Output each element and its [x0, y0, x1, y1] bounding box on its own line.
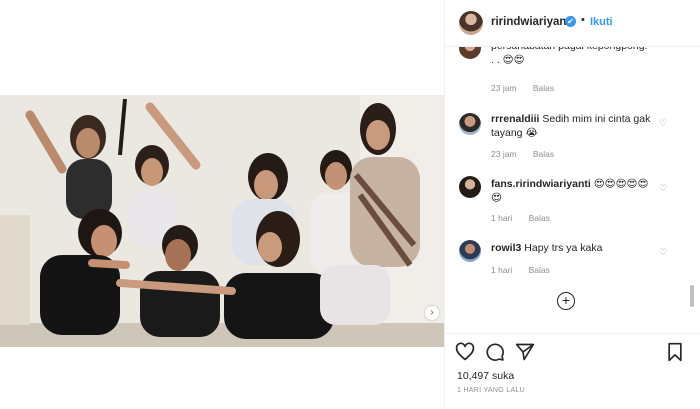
chevron-right-icon: › — [430, 307, 434, 318]
reply-button[interactable]: Balas — [529, 213, 550, 223]
next-image-arrow[interactable]: › — [425, 306, 439, 320]
comment-meta: 23 jam Balas — [491, 83, 568, 93]
reply-button[interactable]: Balas — [533, 149, 554, 159]
group-photo-illustration — [0, 95, 444, 347]
comment-text: rrrenaldiii Sedih mim ini cinta gak taya… — [491, 113, 651, 139]
follow-button[interactable]: Ikuti — [590, 16, 613, 28]
avatar[interactable] — [459, 176, 481, 198]
reply-button[interactable]: Balas — [529, 265, 550, 275]
comment-text: rowil3 Hapy trs ya kaka — [491, 242, 603, 254]
comment-time: 23 jam — [491, 149, 517, 159]
scrollbar-thumb[interactable] — [690, 285, 694, 307]
plus-circle-icon: + — [561, 292, 571, 308]
comment-username[interactable]: rrrenaldiii — [491, 113, 539, 125]
comment-username[interactable]: rowil3 — [491, 242, 521, 254]
post-header: ririndwiariyanti ✔ • Ikuti — [445, 0, 700, 47]
heart-icon[interactable] — [455, 342, 475, 362]
avatar[interactable] — [459, 11, 483, 35]
reply-button[interactable]: Balas — [533, 83, 554, 93]
header-separator: • — [581, 14, 585, 26]
bookmark-icon[interactable] — [665, 342, 685, 362]
post-actions: 10,497 suka 1 HARI YANG LALU — [445, 333, 700, 409]
comment-time: 1 hari — [491, 265, 513, 275]
comment-text: fans.ririndwiariyanti 😍😍😍😍😍 😍 — [491, 178, 649, 204]
comment-time: 23 jam — [491, 83, 517, 93]
share-icon[interactable] — [515, 342, 535, 362]
comment-meta: 1 hari Balas — [491, 265, 564, 275]
likes-count[interactable]: 10,497 suka — [457, 370, 514, 382]
post-media: › — [0, 0, 444, 409]
username-link[interactable]: ririndwiariyanti — [491, 16, 573, 28]
instagram-post: › ririndwiariyanti ✔ • Ikuti persahabata… — [0, 0, 700, 409]
comment-text: persahabatan pagai kepongpong. . . 😍😍 — [491, 47, 647, 66]
like-comment-heart-icon[interactable]: ♡ — [659, 183, 669, 193]
like-comment-heart-icon[interactable]: ♡ — [659, 118, 669, 128]
comment-username[interactable]: fans.ririndwiariyanti — [491, 178, 591, 190]
comments-list: persahabatan pagai kepongpong. . . 😍😍 23… — [445, 47, 700, 333]
post-sidebar: ririndwiariyanti ✔ • Ikuti persahabatan … — [444, 0, 700, 409]
avatar[interactable] — [459, 113, 481, 135]
post-photo[interactable]: › — [0, 95, 444, 347]
verified-badge-icon: ✔ — [565, 16, 576, 27]
comment-meta: 1 hari Balas — [491, 213, 564, 223]
load-more-comments-button[interactable]: + — [557, 292, 575, 310]
comment-time: 1 hari — [491, 213, 513, 223]
avatar[interactable] — [459, 240, 481, 262]
comment-icon[interactable] — [485, 342, 505, 362]
like-comment-heart-icon[interactable]: ♡ — [659, 247, 669, 257]
comment-meta: 23 jam Balas — [491, 149, 568, 159]
comments-scrollbar[interactable] — [689, 47, 695, 333]
post-time[interactable]: 1 HARI YANG LALU — [457, 387, 525, 394]
avatar[interactable] — [459, 47, 481, 59]
